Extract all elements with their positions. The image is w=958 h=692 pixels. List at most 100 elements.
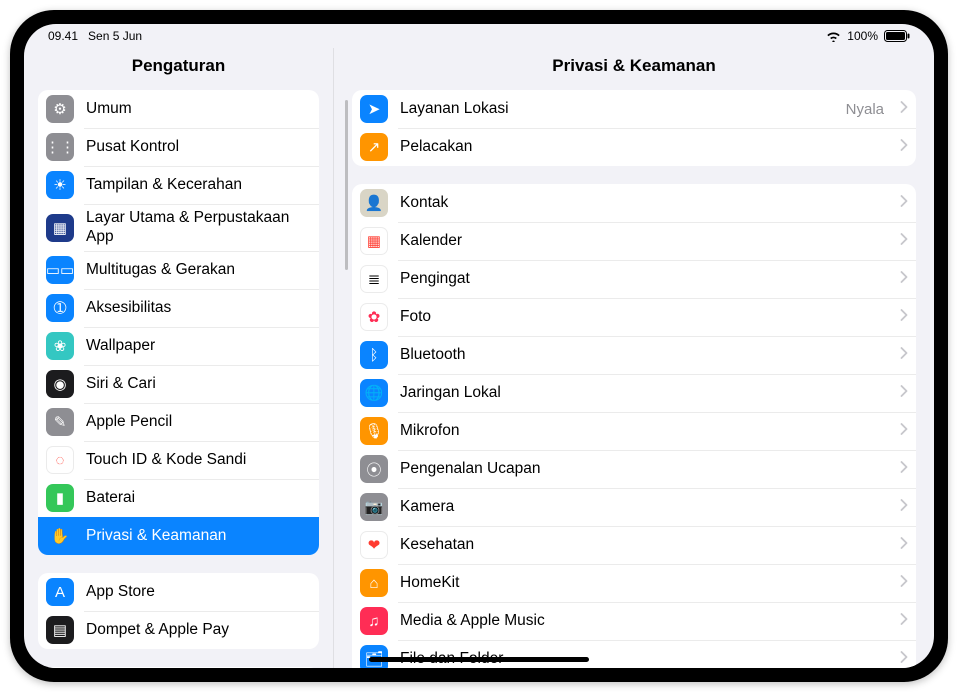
settings-section: ⚙ Umum ⋮⋮ Pusat Kontrol ☀Tampilan & Keceraha… — [38, 90, 319, 555]
detail-item-reminders[interactable]: ≣ Pengingat — [352, 260, 916, 298]
detail-item-label: Foto — [400, 308, 888, 327]
detail-item-health[interactable]: ❤ Kesehatan — [352, 526, 916, 564]
chevron-right-icon — [900, 498, 908, 516]
home-indicator[interactable] — [369, 657, 589, 662]
scroll-indicator — [345, 100, 348, 270]
gear-icon: ⚙ — [46, 95, 74, 123]
detail-item-calendar[interactable]: ▦ Kalender — [352, 222, 916, 260]
sidebar-item-label: Pusat Kontrol — [86, 138, 309, 157]
sidebar-item-label: Tampilan & Kecerahan — [86, 176, 309, 195]
sidebar-item-home[interactable]: ▦Layar Utama & Perpustakaan App — [38, 204, 319, 251]
battery-percent: 100% — [847, 29, 878, 43]
chevron-right-icon — [900, 574, 908, 592]
sidebar-item-label: Wallpaper — [86, 337, 309, 356]
sidebar-item-label: Multitugas & Gerakan — [86, 261, 309, 280]
local-network-icon: 🌐 — [360, 379, 388, 407]
health-icon: ❤ — [360, 531, 388, 559]
appstore-icon: A — [46, 578, 74, 606]
detail-scroll[interactable]: ➤Layanan LokasiNyala↗Pelacakan👤Kontak▦Ka… — [334, 90, 934, 668]
detail-pane: Privasi & Keamanan ➤Layanan LokasiNyala↗… — [334, 48, 934, 668]
status-time: 09.41 — [48, 29, 78, 43]
sidebar-item-label: Dompet & Apple Pay — [86, 621, 309, 640]
accessibility-icon: ➀ — [46, 294, 74, 322]
camera-icon: 📷 — [360, 493, 388, 521]
chevron-right-icon — [900, 384, 908, 402]
reminders-icon: ≣ — [360, 265, 388, 293]
speech-icon: ⦿ — [360, 455, 388, 483]
sidebar-item-general[interactable]: ⚙ Umum — [38, 90, 319, 128]
microphone-icon: 🎙 — [360, 417, 388, 445]
detail-item-label: Kesehatan — [400, 536, 888, 555]
sidebar-item-privacy[interactable]: ✋Privasi & Keamanan — [38, 517, 319, 555]
detail-item-location[interactable]: ➤Layanan LokasiNyala — [352, 90, 916, 128]
photos-icon: ✿ — [360, 303, 388, 331]
chevron-right-icon — [900, 460, 908, 478]
detail-item-label: Kalender — [400, 232, 888, 251]
sidebar-item-passwords[interactable]: ⚿Kata Sandi — [38, 667, 319, 668]
sidebar-item-touchid[interactable]: ◌Touch ID & Kode Sandi — [38, 441, 319, 479]
chevron-right-icon — [900, 270, 908, 288]
sidebar-item-display[interactable]: ☀Tampilan & Kecerahan — [38, 166, 319, 204]
sidebar-item-multitask[interactable]: ▭▭ Multitugas & Gerakan — [38, 251, 319, 289]
status-left: 09.41 Sen 5 Jun — [48, 29, 142, 43]
sidebar-item-siri[interactable]: ◉ Siri & Cari — [38, 365, 319, 403]
detail-item-files[interactable]: 🗂File dan Folder — [352, 640, 916, 668]
detail-item-label: Bluetooth — [400, 346, 888, 365]
detail-item-homekit[interactable]: ⌂HomeKit — [352, 564, 916, 602]
sidebar-item-label: Umum — [86, 100, 309, 119]
chevron-right-icon — [900, 100, 908, 118]
sliders-icon: ⋮⋮ — [46, 133, 74, 161]
detail-title: Privasi & Keamanan — [334, 48, 934, 90]
music-icon: ♫ — [360, 607, 388, 635]
chevron-right-icon — [900, 536, 908, 554]
sidebar-item-label: Apple Pencil — [86, 413, 309, 432]
detail-item-tracking[interactable]: ↗Pelacakan — [352, 128, 916, 166]
sidebar-item-wallet[interactable]: ▤ Dompet & Apple Pay — [38, 611, 319, 649]
multitask-icon: ▭▭ — [46, 256, 74, 284]
sidebar-item-appstore[interactable]: AApp Store — [38, 573, 319, 611]
siri-icon: ◉ — [46, 370, 74, 398]
sidebar-scroll[interactable]: ⚙ Umum ⋮⋮ Pusat Kontrol ☀Tampilan & Keceraha… — [24, 90, 333, 668]
detail-item-camera[interactable]: 📷Kamera — [352, 488, 916, 526]
detail-item-label: Pengingat — [400, 270, 888, 289]
sidebar-item-accessibility[interactable]: ➀ Aksesibilitas — [38, 289, 319, 327]
sidebar-item-label: Baterai — [86, 489, 309, 508]
wifi-icon — [826, 31, 841, 42]
status-right: 100% — [826, 29, 910, 43]
detail-item-photos[interactable]: ✿ Foto — [352, 298, 916, 336]
chevron-right-icon — [900, 308, 908, 326]
wallpaper-icon: ❀ — [46, 332, 74, 360]
detail-item-localnet[interactable]: 🌐 Jaringan Lokal — [352, 374, 916, 412]
contacts-icon: 👤 — [360, 189, 388, 217]
sidebar-item-label: Siri & Cari — [86, 375, 309, 394]
calendar-icon: ▦ — [360, 227, 388, 255]
detail-item-mic[interactable]: 🎙Mikrofon — [352, 412, 916, 450]
chevron-right-icon — [900, 194, 908, 212]
sidebar-item-label: Aksesibilitas — [86, 299, 309, 318]
sidebar-item-wallpaper[interactable]: ❀ Wallpaper — [38, 327, 319, 365]
sidebar-item-label: Touch ID & Kode Sandi — [86, 451, 309, 470]
detail-item-label: Jaringan Lokal — [400, 384, 888, 403]
sidebar-item-control[interactable]: ⋮⋮ Pusat Kontrol — [38, 128, 319, 166]
sidebar-item-label: Privasi & Keamanan — [86, 527, 309, 546]
settings-section: 👤 Kontak ▦ Kalender ≣ Pengingat ✿ Foto ᛒBluetoot… — [352, 184, 916, 668]
status-date: Sen 5 Jun — [88, 29, 142, 43]
detail-item-media[interactable]: ♫ Media & Apple Music — [352, 602, 916, 640]
homekit-icon: ⌂ — [360, 569, 388, 597]
sidebar-item-pencil[interactable]: ✎Apple Pencil — [38, 403, 319, 441]
detail-item-contacts[interactable]: 👤 Kontak — [352, 184, 916, 222]
detail-item-label: Media & Apple Music — [400, 612, 888, 631]
detail-item-label: Layanan Lokasi — [400, 100, 834, 119]
sidebar-title: Pengaturan — [24, 48, 333, 90]
chevron-right-icon — [900, 650, 908, 668]
battery-icon: ▮ — [46, 484, 74, 512]
detail-item-speech[interactable]: ⦿Pengenalan Ucapan — [352, 450, 916, 488]
detail-item-bluetooth[interactable]: ᛒBluetooth — [352, 336, 916, 374]
sidebar-item-label: Layar Utama & Perpustakaan App — [86, 209, 309, 246]
detail-item-value: Nyala — [846, 101, 884, 118]
wallet-icon: ▤ — [46, 616, 74, 644]
chevron-right-icon — [900, 612, 908, 630]
sidebar-item-battery[interactable]: ▮ Baterai — [38, 479, 319, 517]
detail-item-label: Pelacakan — [400, 138, 888, 157]
detail-item-label: Kontak — [400, 194, 888, 213]
